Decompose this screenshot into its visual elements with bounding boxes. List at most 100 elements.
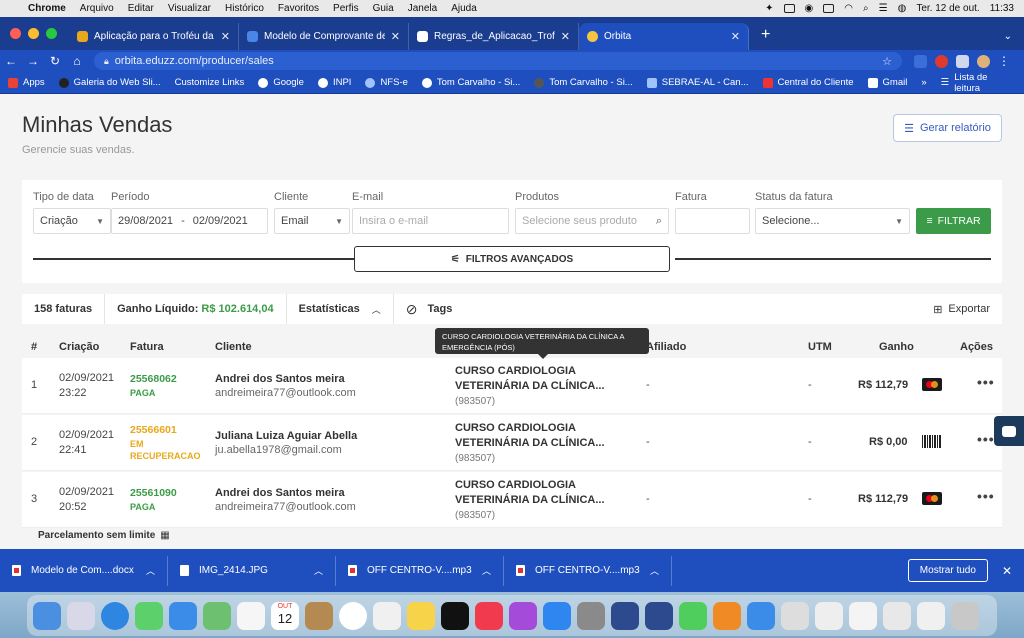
chevron-up-icon[interactable]: ︿	[146, 564, 155, 577]
show-all-downloads-button[interactable]: Mostrar tudo	[907, 559, 988, 582]
menu-date[interactable]: Ter. 12 de out.	[916, 3, 979, 14]
chrome-icon[interactable]	[339, 601, 367, 630]
tab-orbita[interactable]: Órbita ✕	[579, 23, 749, 50]
reload-icon[interactable]: ↻	[44, 54, 66, 68]
app-store-icon[interactable]	[543, 601, 571, 630]
download-item[interactable]: IMG_2414.JPG ︿	[168, 555, 336, 586]
launchpad-icon[interactable]	[67, 601, 95, 630]
lock-icon[interactable]: 🔒︎	[104, 56, 109, 67]
export-button[interactable]: ⊞ Exportar	[933, 303, 1002, 316]
bookmark-nfse[interactable]: NFS-e	[365, 77, 408, 88]
music-icon[interactable]	[475, 601, 503, 630]
col-created[interactable]: Criação	[59, 341, 99, 353]
record-icon[interactable]: ◉	[805, 3, 814, 14]
battery-icon[interactable]	[823, 4, 835, 13]
document-icon[interactable]	[917, 601, 945, 630]
tab-close-icon[interactable]: ✕	[561, 30, 570, 43]
more-actions-icon[interactable]: •••	[977, 488, 995, 504]
address-url[interactable]: orbita.eduzz.com/producer/sales	[115, 55, 274, 67]
maps-icon[interactable]	[203, 601, 231, 630]
new-tab-button[interactable]: +	[749, 26, 782, 50]
mail-icon[interactable]	[169, 601, 197, 630]
screen-icon[interactable]	[783, 4, 795, 13]
back-icon[interactable]: ←	[0, 54, 22, 68]
product-name-line2[interactable]: VETERINÁRIA DA CLÍNICA...	[455, 493, 605, 508]
bookmark-tom-1[interactable]: Tom Carvalho - Si...	[421, 77, 520, 88]
tab-trofeu[interactable]: Aplicação para o Troféu da Fór ✕	[69, 23, 239, 50]
more-bookmarks-icon[interactable]: »	[921, 77, 926, 88]
document-icon[interactable]	[883, 601, 911, 630]
document-icon[interactable]	[781, 601, 809, 630]
notes-icon[interactable]	[407, 601, 435, 630]
menu-item-visualizar[interactable]: Visualizar	[168, 3, 211, 14]
close-window-button[interactable]	[10, 28, 21, 39]
contacts-icon[interactable]	[305, 601, 333, 630]
menu-item-historico[interactable]: Histórico	[225, 3, 264, 14]
document-icon[interactable]	[815, 601, 843, 630]
eye-off-icon[interactable]: ⊘	[406, 301, 418, 318]
translate-extension-icon[interactable]	[914, 54, 927, 68]
dropbox-icon[interactable]: ✦	[765, 3, 773, 14]
search-spotlight-icon[interactable]: ⌕	[863, 3, 869, 14]
chevron-up-icon[interactable]: ︿	[482, 564, 491, 577]
menu-item-janela[interactable]: Janela	[408, 3, 437, 14]
menu-item-ajuda[interactable]: Ajuda	[451, 3, 477, 14]
forward-icon[interactable]: →	[22, 54, 44, 68]
siri-icon[interactable]: ◍	[898, 3, 907, 14]
reminders-icon[interactable]	[373, 601, 401, 630]
bookmark-sebrae[interactable]: SEBRAE-AL - Can...	[646, 77, 749, 88]
chevron-up-icon[interactable]: ︿	[650, 564, 659, 577]
date-type-select[interactable]: Criação ▼	[33, 208, 111, 234]
minimize-window-button[interactable]	[28, 28, 39, 39]
menu-app-name[interactable]: Chrome	[28, 3, 66, 14]
col-utm[interactable]: UTM	[808, 341, 832, 353]
document-icon[interactable]	[849, 601, 877, 630]
photos-icon[interactable]	[237, 601, 265, 630]
control-center-icon[interactable]: ☰	[879, 3, 888, 14]
download-item[interactable]: OFF CENTRO-V....mp3 ︿	[504, 555, 672, 586]
menu-item-arquivo[interactable]: Arquivo	[80, 3, 114, 14]
statistics-toggle[interactable]: Estatísticas ︿	[287, 294, 394, 324]
pages-icon[interactable]	[713, 601, 741, 630]
more-actions-icon[interactable]: •••	[977, 431, 995, 447]
tags-toggle[interactable]: ⊘ Tags	[394, 294, 465, 324]
filter-button[interactable]: ≡ FILTRAR	[916, 208, 991, 234]
invoice-link[interactable]: 25566601	[130, 424, 177, 436]
table-row[interactable]: 3 02/09/2021 20:52 25561090 PAGA Andrei …	[22, 472, 1002, 528]
email-input[interactable]: Insira o e-mail	[352, 208, 509, 234]
bookmark-google[interactable]: Google	[258, 77, 304, 88]
trash-icon[interactable]	[951, 601, 979, 630]
date-from[interactable]: 29/08/2021	[118, 215, 173, 227]
invoice-link[interactable]: 25561090	[130, 487, 177, 499]
safari-icon[interactable]	[101, 601, 129, 630]
keynote-icon[interactable]	[747, 601, 775, 630]
more-actions-icon[interactable]: •••	[977, 374, 995, 390]
col-gain[interactable]: Ganho	[879, 341, 914, 353]
bookmark-gmail[interactable]: Gmail	[867, 77, 907, 88]
close-shelf-icon[interactable]: ✕	[1002, 564, 1012, 578]
screenshot-icon[interactable]	[611, 601, 639, 630]
menu-time[interactable]: 11:33	[990, 3, 1014, 14]
bookmark-tom-2[interactable]: Tom Carvalho - Si...	[534, 77, 633, 88]
product-name-line2[interactable]: VETERINÁRIA DA CLÍNICA...	[455, 436, 605, 451]
bookmark-star-icon[interactable]: ☆	[882, 55, 892, 68]
date-to[interactable]: 02/09/2021	[193, 215, 248, 227]
reading-list[interactable]: » ☰ Lista de leitura	[921, 72, 1024, 94]
table-row[interactable]: 2 02/09/2021 22:41 25566601 EM RECUPERAC…	[22, 415, 1002, 471]
tv-icon[interactable]	[441, 601, 469, 630]
tab-close-icon[interactable]: ✕	[391, 30, 400, 43]
calendar-app-icon[interactable]: OUT 12	[271, 601, 299, 630]
product-name-line1[interactable]: CURSO CARDIOLOGIA	[455, 421, 576, 436]
advanced-filters-button[interactable]: ⚟ FILTROS AVANÇADOS	[354, 246, 670, 272]
download-item[interactable]: OFF CENTRO-V....mp3 ︿	[336, 555, 504, 586]
bookmark-central[interactable]: Central do Cliente	[762, 77, 854, 88]
zoom-window-button[interactable]	[46, 28, 57, 39]
finder-icon[interactable]	[33, 601, 61, 630]
bookmark-customize[interactable]: Customize Links	[175, 77, 245, 88]
home-icon[interactable]: ⌂	[66, 54, 88, 68]
col-client[interactable]: Cliente	[215, 341, 252, 353]
products-select[interactable]: Selecione seus produto ⌕	[515, 208, 669, 234]
bookmark-galeria[interactable]: Galeria do Web Sli...	[58, 77, 161, 88]
product-name-line1[interactable]: CURSO CARDIOLOGIA	[455, 364, 576, 379]
kebab-menu-icon[interactable]: ⋮	[998, 54, 1010, 68]
